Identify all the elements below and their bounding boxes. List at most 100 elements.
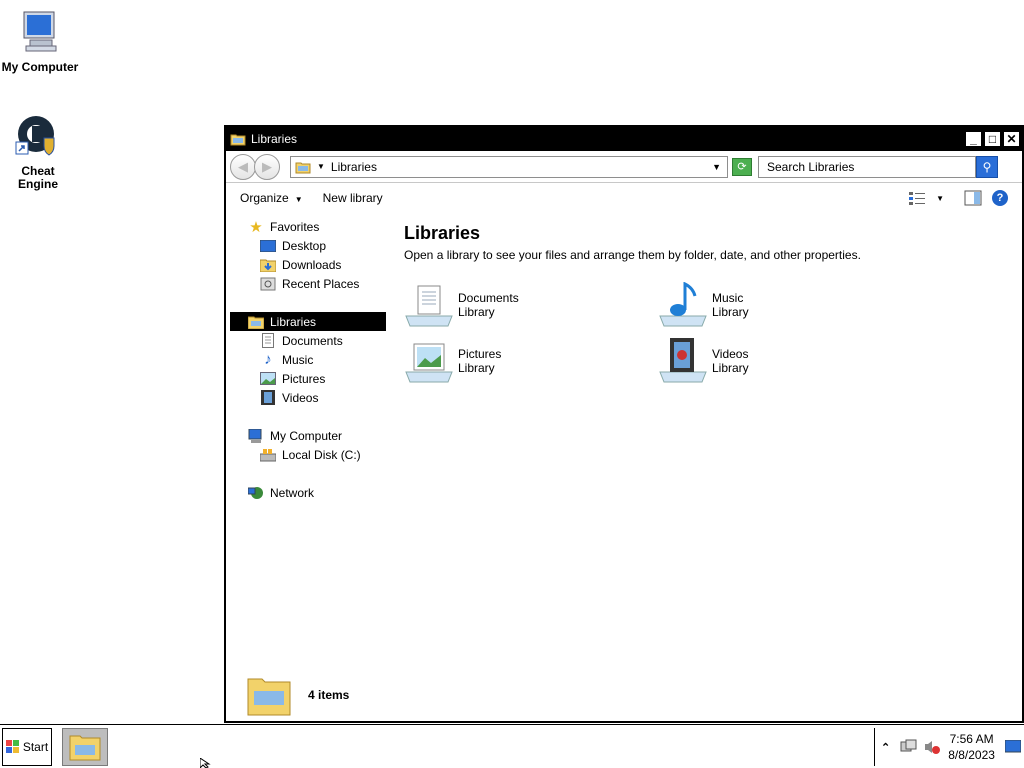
nav-label: Desktop bbox=[282, 238, 327, 253]
minimize-icon: _ bbox=[970, 132, 977, 146]
nav-my-computer[interactable]: My Computer bbox=[230, 426, 386, 445]
nav-recent-places[interactable]: Recent Places bbox=[230, 274, 386, 293]
new-library-label: New library bbox=[322, 191, 383, 205]
nav-music[interactable]: ♪ Music bbox=[230, 350, 386, 369]
address-dropdown-icon[interactable]: ▼ bbox=[712, 162, 721, 172]
desktop-icon-label: Cheat Engine bbox=[17, 164, 58, 191]
refresh-icon: ⟳ bbox=[737, 161, 747, 173]
address-bar[interactable]: ▼ Libraries ▼ bbox=[290, 155, 728, 178]
system-tray: ⌃ 7:56 AM 8/8/2023 bbox=[874, 728, 1024, 766]
nav-label: Network bbox=[270, 485, 315, 500]
videos-library-icon bbox=[659, 338, 707, 383]
nav-label: Favorites bbox=[270, 219, 320, 234]
refresh-button[interactable]: ⟳ bbox=[732, 157, 752, 176]
library-name: Music bbox=[712, 291, 744, 305]
chevron-down-icon: ▼ bbox=[294, 195, 303, 204]
nav-libraries[interactable]: Libraries bbox=[230, 312, 386, 331]
nav-documents[interactable]: Documents bbox=[230, 331, 386, 350]
start-label: Start bbox=[22, 740, 49, 754]
address-row: ◀ ▶ ▼ Libraries ▼ ⟳ Search Libraries ⚲ bbox=[226, 151, 1022, 183]
clock-date: 8/8/2023 bbox=[948, 748, 995, 762]
minimize-button[interactable]: _ bbox=[965, 131, 982, 147]
network-status-icon[interactable] bbox=[900, 739, 918, 755]
cheat-engine-icon bbox=[15, 116, 55, 156]
desktop-icon-my-computer[interactable]: My Computer bbox=[0, 10, 80, 74]
search-button[interactable]: ⚲ bbox=[976, 155, 998, 178]
help-icon[interactable]: ? bbox=[992, 190, 1008, 206]
nav-favorites[interactable]: ★ Favorites bbox=[230, 217, 386, 236]
view-options-icon[interactable] bbox=[908, 191, 926, 205]
library-pictures[interactable]: Pictures Library bbox=[404, 338, 501, 384]
start-button[interactable]: Start bbox=[2, 728, 52, 766]
nav-label: Pictures bbox=[282, 371, 326, 386]
libraries-folder-icon bbox=[248, 314, 264, 330]
page-title: Libraries bbox=[404, 223, 481, 243]
taskbar-explorer-button[interactable] bbox=[62, 728, 108, 766]
close-button[interactable]: ✕ bbox=[1003, 131, 1020, 147]
libraries-folder-icon bbox=[230, 134, 246, 146]
volume-muted-icon[interactable] bbox=[924, 739, 941, 755]
explorer-folder-icon bbox=[69, 735, 101, 761]
nav-network[interactable]: Network bbox=[230, 483, 386, 502]
windows-logo-icon bbox=[5, 740, 19, 753]
breadcrumb-arrow-icon[interactable]: ▼ bbox=[317, 162, 325, 171]
library-documents[interactable]: Documents Library bbox=[404, 282, 519, 328]
nav-pictures[interactable]: Pictures bbox=[230, 369, 386, 388]
maximize-button[interactable]: □ bbox=[984, 131, 1001, 147]
item-count: 4 items bbox=[308, 688, 350, 702]
library-name: Videos bbox=[712, 347, 749, 361]
library-type: Library bbox=[458, 361, 495, 375]
nav-label: Music bbox=[282, 352, 314, 367]
forward-button[interactable]: ▶ bbox=[254, 153, 280, 180]
library-videos[interactable]: Videos Library bbox=[658, 338, 749, 384]
forward-arrow-icon: ▶ bbox=[262, 158, 272, 174]
library-type: Library bbox=[458, 305, 495, 319]
desktop-icon-label: My Computer bbox=[1, 60, 79, 74]
nav-label: Downloads bbox=[282, 257, 342, 272]
star-icon: ★ bbox=[249, 218, 263, 236]
window-title: Libraries bbox=[251, 132, 298, 146]
nav-label: Documents bbox=[282, 333, 343, 348]
nav-downloads[interactable]: Downloads bbox=[230, 255, 386, 274]
nav-label: Recent Places bbox=[282, 276, 360, 291]
nav-desktop[interactable]: Desktop bbox=[230, 236, 386, 255]
maximize-icon: □ bbox=[988, 132, 997, 146]
new-library-button[interactable]: New library bbox=[323, 191, 383, 205]
mouse-cursor-icon bbox=[200, 758, 211, 768]
title-bar[interactable]: Libraries _ □ ✕ bbox=[226, 127, 1022, 151]
document-icon bbox=[260, 333, 276, 349]
clock[interactable]: 7:56 AM 8/8/2023 bbox=[948, 731, 995, 763]
content-pane: Libraries Open a library to see your fil… bbox=[404, 223, 1004, 394]
details-pane: 4 items bbox=[246, 673, 349, 717]
nav-local-disk[interactable]: Local Disk (C:) bbox=[230, 445, 386, 464]
pictures-library-icon bbox=[405, 343, 453, 383]
show-hidden-icons-icon[interactable]: ⌃ bbox=[881, 741, 890, 754]
computer-icon bbox=[23, 11, 57, 52]
library-type: Library bbox=[712, 361, 749, 375]
nav-label: Libraries bbox=[270, 314, 317, 329]
page-subtitle: Open a library to see your files and arr… bbox=[404, 248, 861, 262]
music-library-icon bbox=[659, 282, 707, 327]
picture-icon bbox=[260, 371, 276, 387]
desktop-icon-cheat-engine[interactable]: Cheat Engine bbox=[0, 112, 78, 191]
organize-label: Organize bbox=[240, 191, 289, 205]
search-input[interactable]: Search Libraries bbox=[758, 155, 976, 178]
back-button[interactable]: ◀ bbox=[230, 153, 256, 180]
command-bar: Organize ▼ New library ▼ ? bbox=[226, 183, 1022, 213]
organize-button[interactable]: Organize ▼ bbox=[240, 191, 303, 205]
documents-library-icon bbox=[405, 285, 453, 327]
library-music[interactable]: Music Library bbox=[658, 282, 749, 328]
film-icon bbox=[260, 390, 276, 406]
computer-icon bbox=[248, 428, 264, 444]
music-note-icon: ♪ bbox=[264, 351, 272, 368]
nav-videos[interactable]: Videos bbox=[230, 388, 386, 407]
show-desktop-icon[interactable] bbox=[1004, 740, 1021, 754]
explorer-window: Libraries _ □ ✕ ◀ ▶ ▼ Libraries ▼ ⟳ Sear… bbox=[224, 125, 1024, 723]
hard-drive-icon bbox=[260, 447, 276, 463]
preview-pane-icon[interactable] bbox=[964, 190, 982, 206]
back-arrow-icon: ◀ bbox=[238, 158, 248, 174]
breadcrumb-libraries[interactable]: Libraries bbox=[331, 160, 377, 174]
view-dropdown-icon[interactable]: ▼ bbox=[936, 194, 944, 203]
nav-label: Videos bbox=[282, 390, 319, 405]
library-type: Library bbox=[712, 305, 749, 319]
